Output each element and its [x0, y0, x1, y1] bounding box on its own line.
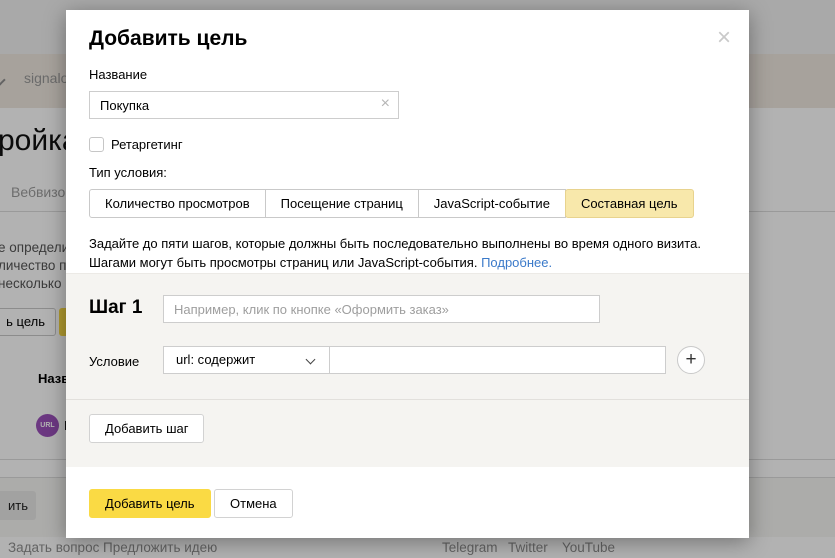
step-section [66, 273, 749, 399]
condition-label: Условие [89, 354, 139, 369]
tab-composite-goal[interactable]: Составная цель [565, 189, 694, 218]
goal-name-field-wrap: × [89, 91, 399, 119]
condition-value-field-wrap [329, 346, 666, 374]
retargeting-label: Ретаргетинг [111, 137, 183, 152]
screen: signalo ройка Вебвизор е определит личес… [0, 0, 835, 558]
plus-icon: + [685, 349, 696, 370]
chevron-down-icon [306, 355, 316, 365]
cancel-button[interactable]: Отмена [214, 489, 293, 518]
add-goal-modal: Добавить цель × Название × Ретаргетинг Т… [66, 10, 749, 538]
goal-name-input[interactable] [89, 91, 399, 119]
condition-type-label: Тип условия: [89, 165, 167, 180]
condition-value-input[interactable] [329, 346, 666, 374]
tab-page-visits[interactable]: Посещение страниц [265, 189, 419, 218]
more-link[interactable]: Подробнее. [481, 255, 552, 270]
retargeting-checkbox[interactable] [89, 137, 104, 152]
submit-add-goal-button[interactable]: Добавить цель [89, 489, 211, 518]
name-label: Название [89, 67, 147, 82]
condition-type-select[interactable]: url: содержит [163, 346, 330, 374]
retargeting-row: Ретаргетинг [89, 136, 183, 152]
modal-title: Добавить цель [89, 27, 247, 51]
clear-icon[interactable]: × [381, 95, 390, 113]
tab-pageview-count[interactable]: Количество просмотров [89, 189, 266, 218]
step-name-field-wrap [163, 295, 600, 323]
step-name-input[interactable] [163, 295, 600, 323]
step-1-label: Шаг 1 [89, 297, 142, 319]
condition-select-value: url: содержит [176, 352, 255, 367]
description-line-1: Задайте до пяти шагов, которые должны бы… [89, 236, 701, 251]
goal-type-tabs: Количество просмотров Посещение страниц … [89, 189, 694, 218]
add-condition-button[interactable]: + [677, 346, 705, 374]
composite-goal-description: Задайте до пяти шагов, которые должны бы… [89, 234, 729, 272]
description-line-2: Шагами могут быть просмотры страниц или … [89, 255, 477, 270]
close-icon[interactable]: × [717, 26, 731, 50]
tab-javascript-event[interactable]: JavaScript-событие [418, 189, 566, 218]
add-step-button[interactable]: Добавить шаг [89, 414, 204, 443]
